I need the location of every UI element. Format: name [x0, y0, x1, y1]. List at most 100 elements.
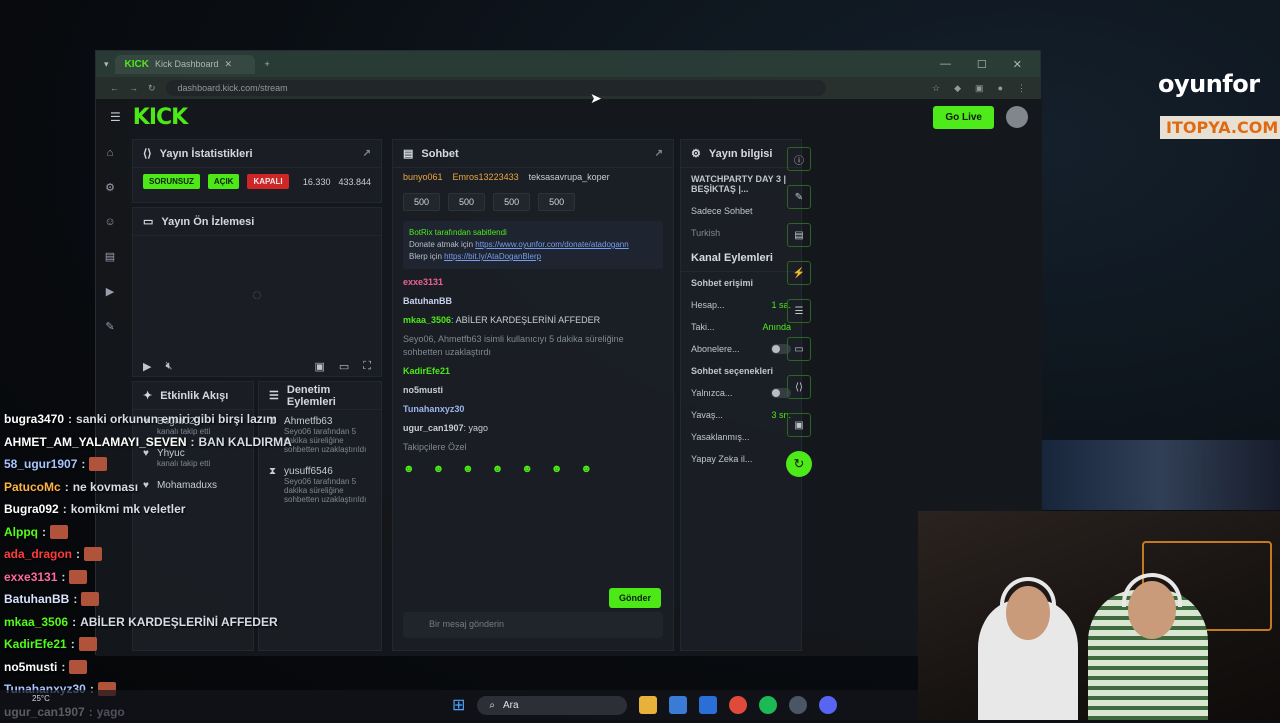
reload-icon[interactable]: ↻: [148, 83, 156, 94]
layout-icon[interactable]: ▣: [787, 413, 811, 437]
overlay-chat-row: exxe3131:: [4, 566, 304, 589]
emote-icon[interactable]: ☻: [492, 463, 504, 475]
chat-user[interactable]: ugur_can1907: [403, 423, 464, 433]
overlay-chat-sep: :: [73, 588, 77, 611]
chat-panel: ▤ Sohbet ↗ bunyo061 Emros13223433 teksas…: [392, 139, 674, 651]
counter[interactable]: 500: [403, 193, 440, 211]
maximize-button[interactable]: ☐: [977, 58, 987, 71]
top-user[interactable]: teksasavrupa_koper: [529, 171, 610, 184]
hamburger-icon[interactable]: ☰: [110, 110, 121, 124]
overlay-chat-user: Bugra092: [4, 498, 59, 521]
itopya-logo: ITOPYA.COM: [1160, 116, 1280, 139]
send-button[interactable]: Gönder: [609, 588, 661, 608]
minimize-button[interactable]: —: [940, 58, 951, 71]
discord-icon[interactable]: [819, 696, 837, 714]
chat-user[interactable]: mkaa_3506: [403, 315, 451, 325]
forward-icon[interactable]: →: [129, 83, 138, 93]
new-tab-button[interactable]: +: [265, 59, 270, 69]
rail-icon-stream[interactable]: ⌂: [107, 147, 114, 159]
pinned-message: BotRix tarafından sabitlendi Donate atma…: [403, 221, 663, 269]
chat-user[interactable]: no5musti: [403, 385, 443, 395]
pip-icon[interactable]: ▣: [314, 360, 324, 373]
chat-input[interactable]: Bir mesaj gönderin: [403, 612, 663, 638]
rail-icon-analytics[interactable]: ▤: [105, 250, 115, 263]
emote-icon[interactable]: ☻: [462, 463, 474, 475]
pinned-text: Donate atmak için: [409, 240, 473, 249]
edit-icon[interactable]: ✎: [787, 185, 811, 209]
close-tab-icon[interactable]: ✕: [225, 59, 233, 70]
chrome-icon[interactable]: [729, 696, 747, 714]
chat-bubble-icon[interactable]: ▭: [787, 337, 811, 361]
back-icon[interactable]: ←: [110, 83, 119, 93]
outlook-icon[interactable]: [699, 696, 717, 714]
menu-icon[interactable]: ▾: [104, 59, 109, 70]
overlay-chat-user: AHMET_AM_YALAMAYI_SEVEN: [4, 431, 187, 454]
fullscreen-icon[interactable]: ⛶: [363, 360, 371, 373]
setting-label: Yalnızca...: [691, 388, 732, 398]
loading-spinner-icon: ◌: [252, 287, 262, 305]
chat-user[interactable]: exxe3131: [403, 277, 443, 287]
profile-icon[interactable]: ●: [998, 83, 1003, 94]
file-explorer-icon[interactable]: [639, 696, 657, 714]
popout-icon[interactable]: ↗: [363, 148, 371, 159]
donate-link[interactable]: https://www.oyunfor.com/donate/atadogann: [475, 240, 628, 249]
spotify-icon[interactable]: [759, 696, 777, 714]
preview-video[interactable]: ◌: [133, 236, 381, 356]
info-icon[interactable]: ⓘ: [787, 147, 811, 171]
preview-icon: ▭: [143, 215, 153, 228]
emote-icon[interactable]: ☻: [580, 463, 592, 475]
right-quick-actions: ⓘ ✎ ▤ ⚡ ☰ ▭ ⟨⟩ ▣ ↻: [782, 135, 816, 555]
url-field[interactable]: dashboard.kick.com/stream: [166, 80, 826, 96]
emote-icon[interactable]: ☻: [433, 463, 445, 475]
setting-label: Hesap...: [691, 300, 725, 310]
kick-logo[interactable]: KICK: [133, 105, 187, 130]
counter[interactable]: 500: [448, 193, 485, 211]
weather-widget[interactable]: 25°C: [32, 694, 50, 703]
play-icon[interactable]: ▶: [143, 360, 151, 373]
puzzle-icon[interactable]: ▣: [975, 83, 984, 94]
counter[interactable]: 500: [493, 193, 530, 211]
oyunfor-logo: oyunfor: [1158, 70, 1260, 98]
overlay-chat-user: bugra3470: [4, 408, 64, 431]
chat-user[interactable]: KadirEfe21: [403, 366, 450, 376]
blerp-link[interactable]: https://bit.ly/AtaDoganBlerp: [444, 252, 541, 261]
mute-icon[interactable]: 🔇︎: [165, 360, 172, 373]
rail-icon-community[interactable]: ☺: [104, 216, 115, 228]
browser-tab[interactable]: KICK Kick Dashboard ✕: [115, 55, 255, 74]
windows-start-icon[interactable]: ⊞: [452, 695, 465, 715]
lightning-icon[interactable]: ⚡: [787, 261, 811, 285]
overlay-chat-sep: :: [76, 543, 80, 566]
theater-icon[interactable]: ▭: [339, 360, 349, 373]
steam-icon[interactable]: [789, 696, 807, 714]
emote-icon[interactable]: ☻: [521, 463, 533, 475]
list-icon[interactable]: ☰: [787, 299, 811, 323]
emote-icon[interactable]: ☻: [551, 463, 563, 475]
chat-user[interactable]: BatuhanBB: [403, 296, 452, 306]
refresh-icon[interactable]: ↻: [786, 451, 812, 477]
stream-chat-overlay: bugra3470:sanki orkunun emiri gibi birşi…: [4, 408, 304, 723]
store-icon[interactable]: [669, 696, 687, 714]
chat-user[interactable]: Tunahanxyz30: [403, 404, 464, 414]
close-window-button[interactable]: ✕: [1013, 58, 1022, 71]
overlay-chat-sep: :: [63, 498, 67, 521]
taskbar-search[interactable]: ⌕Ara: [477, 696, 627, 715]
counter[interactable]: 500: [538, 193, 575, 211]
headphones-left: [1000, 577, 1056, 609]
top-user[interactable]: Emros13223433: [453, 171, 519, 184]
pinned-text2: Blerp için: [409, 252, 442, 261]
rail-icon-settings[interactable]: ⚙: [105, 181, 115, 194]
overlay-chat-user: ada_dragon: [4, 543, 72, 566]
rail-icon-content[interactable]: ▶: [106, 285, 114, 298]
rail-icon-tools[interactable]: ✎: [105, 320, 114, 333]
avatar[interactable]: [1006, 106, 1028, 128]
emote-icon[interactable]: ☻: [403, 463, 415, 475]
top-user[interactable]: bunyo061: [403, 171, 443, 184]
kebab-menu-icon[interactable]: ⋮: [1017, 83, 1026, 94]
go-live-button[interactable]: Go Live: [933, 106, 994, 129]
extension-icon[interactable]: ◆: [954, 83, 961, 94]
popout-icon[interactable]: ↗: [655, 148, 663, 159]
kick-tab-icon: KICK: [125, 59, 149, 70]
code-icon[interactable]: ⟨⟩: [787, 375, 811, 399]
bookmark-star-icon[interactable]: ☆: [932, 83, 940, 94]
clip-icon[interactable]: ▤: [787, 223, 811, 247]
